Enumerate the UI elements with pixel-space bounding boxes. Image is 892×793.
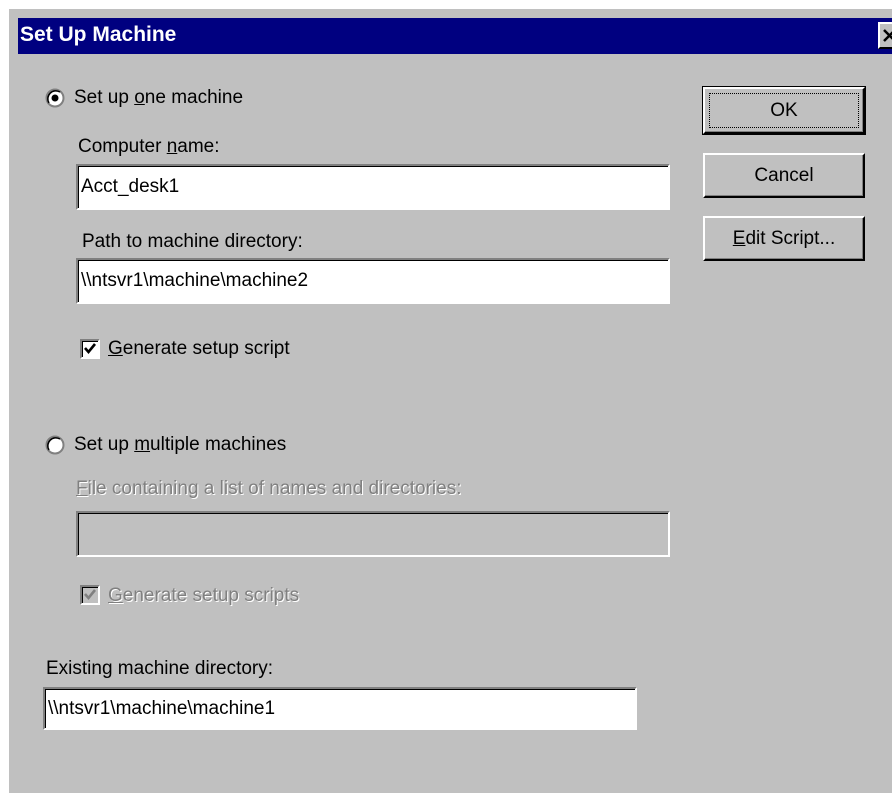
- generate-scripts-label[interactable]: Generate setup scripts: [108, 585, 299, 607]
- generate-scripts-checkbox[interactable]: [80, 585, 100, 605]
- multiple-machines-radio-label[interactable]: Set up multiple machines: [74, 434, 286, 456]
- file-list-field[interactable]: [76, 511, 670, 557]
- edit-script-button[interactable]: Edit Script...: [703, 216, 865, 261]
- close-button[interactable]: [878, 22, 892, 49]
- single-machine-radio-label[interactable]: Set up one machine: [74, 87, 243, 109]
- focus-rectangle: [709, 93, 859, 128]
- machine-path-field[interactable]: [76, 258, 670, 304]
- computer-name-field[interactable]: [76, 164, 670, 210]
- ok-button[interactable]: OK: [702, 86, 866, 135]
- window-title: Set Up Machine: [20, 23, 177, 46]
- path-label: Path to machine directory:: [82, 231, 303, 252]
- checkmark-icon: [84, 343, 97, 355]
- radio-unselected-icon[interactable]: [45, 435, 65, 455]
- close-icon: [883, 29, 892, 42]
- generate-script-checkbox[interactable]: [80, 339, 100, 359]
- cancel-button[interactable]: Cancel: [703, 153, 865, 198]
- cancel-button-label: Cancel: [754, 164, 814, 186]
- radio-selected-icon[interactable]: [45, 88, 65, 108]
- existing-directory-label: Existing machine directory:: [46, 658, 274, 679]
- generate-script-label[interactable]: Generate setup script: [108, 338, 290, 360]
- edit-script-button-label: Edit Script...: [732, 227, 836, 249]
- computer-name-label: Computer name:: [78, 136, 220, 157]
- title-bar[interactable]: Set Up Machine: [18, 18, 892, 54]
- set-up-machine-dialog: Set Up Machine OK Cancel Edit Script... …: [0, 0, 892, 793]
- existing-directory-field[interactable]: [43, 687, 637, 730]
- file-list-label: File containing a list of names and dire…: [76, 478, 462, 499]
- checkmark-icon: [84, 589, 97, 601]
